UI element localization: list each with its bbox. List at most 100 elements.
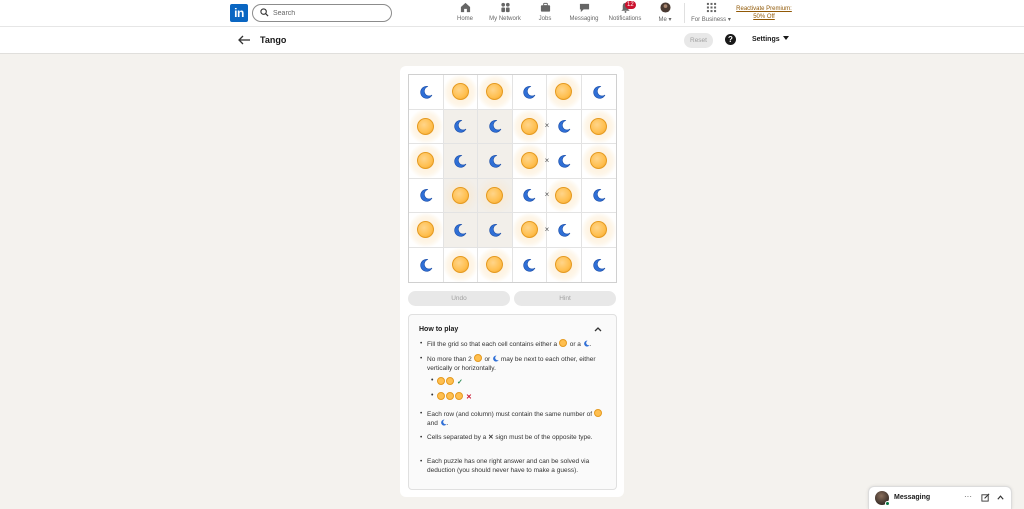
grid-cell[interactable] — [443, 213, 478, 248]
help-icon[interactable]: ? — [725, 34, 736, 45]
grid-cell[interactable] — [443, 144, 478, 179]
sun-icon — [417, 221, 435, 239]
grid-cell[interactable] — [547, 75, 582, 110]
grid-cell[interactable] — [582, 248, 617, 283]
chevron-up-icon[interactable] — [593, 324, 603, 334]
x-sign-icon: × — [544, 121, 550, 131]
undo-button[interactable]: Undo — [408, 291, 510, 306]
sun-icon — [451, 83, 469, 101]
grid-cell[interactable] — [443, 75, 478, 110]
sun-icon — [455, 392, 463, 400]
grid-cell[interactable] — [512, 178, 547, 213]
sun-icon — [451, 186, 469, 204]
grid-cell[interactable]: × — [545, 109, 582, 144]
how-to-play-title: How to play — [419, 326, 459, 333]
moon-icon — [558, 120, 571, 133]
grid-cell[interactable] — [443, 247, 478, 282]
grid-cell[interactable] — [581, 213, 616, 248]
grid-cell[interactable] — [512, 144, 547, 179]
nav-for-business-text: For Business — [691, 17, 727, 23]
nav-me[interactable]: Me ▾ — [654, 2, 676, 26]
check-icon: ✓ — [456, 379, 463, 386]
grid-cell[interactable] — [512, 109, 547, 144]
moon-icon — [489, 223, 502, 237]
grid-cell[interactable] — [547, 247, 582, 282]
nav-messaging[interactable]: Messaging — [568, 2, 600, 26]
x-sign-icon: × — [544, 155, 550, 165]
grid-cell[interactable] — [409, 75, 444, 110]
grid-cell[interactable] — [512, 213, 547, 248]
game-card: × × × × Undo Hint How to play Fill the grid… — [400, 66, 624, 497]
grid-cell[interactable] — [581, 75, 616, 110]
grid-cell[interactable] — [443, 178, 478, 213]
grid-cell[interactable]: × — [545, 144, 582, 179]
compose-icon[interactable] — [981, 493, 990, 502]
grid-cell[interactable] — [478, 213, 513, 248]
nav-divider — [684, 3, 685, 23]
grid-cell[interactable]: × — [545, 213, 582, 248]
reactivate-premium-link[interactable]: Reactivate Premium: 50% Off — [732, 5, 796, 21]
grid-cell[interactable] — [478, 247, 513, 282]
messaging-icon — [579, 3, 589, 13]
moon-icon — [593, 189, 606, 202]
nav-me-label: Me ▾ — [658, 17, 672, 23]
moon-icon — [523, 189, 536, 202]
moon-icon — [493, 355, 499, 362]
grid-cell[interactable] — [409, 213, 444, 248]
avatar-icon — [659, 2, 671, 13]
rule-opposite-sign: Cells separated by a ✕ sign must be of t… — [420, 433, 605, 442]
messaging-overlay[interactable]: Messaging ··· — [868, 486, 1012, 509]
online-status-icon — [885, 501, 890, 506]
back-arrow-icon[interactable] — [237, 33, 251, 47]
network-icon — [500, 2, 510, 13]
grid-cell[interactable] — [478, 144, 513, 179]
search-input[interactable] — [273, 6, 383, 20]
grid-cell[interactable] — [409, 144, 444, 179]
chevron-up-icon[interactable] — [996, 493, 1005, 502]
nav-messaging-label: Messaging — [569, 16, 599, 22]
rule-no-more-than-two: No more than 2 or may be next to each ot… — [420, 354, 605, 373]
grid-cell[interactable] — [478, 75, 513, 110]
nav-my-network-label: My Network — [489, 16, 521, 22]
sun-icon — [451, 256, 469, 274]
grid-cell[interactable] — [581, 109, 616, 144]
sun-icon — [473, 354, 482, 362]
nav-jobs[interactable]: Jobs — [534, 2, 556, 26]
settings-dropdown[interactable]: Settings — [752, 36, 789, 43]
linkedin-logo[interactable]: in — [230, 4, 248, 22]
sun-icon — [520, 117, 538, 135]
grid-cell[interactable] — [443, 109, 478, 144]
page-title: Tango — [260, 35, 287, 45]
reset-button[interactable]: Reset — [684, 33, 713, 48]
grid-cell[interactable] — [512, 75, 547, 110]
moon-icon — [454, 154, 467, 168]
grid-cell[interactable]: × — [545, 178, 582, 213]
grid-cell[interactable] — [478, 178, 513, 213]
nav-notifications[interactable]: 12 Notifications — [606, 1, 644, 26]
search-box[interactable] — [252, 4, 392, 22]
grid-cell[interactable] — [513, 247, 547, 282]
grid-cell[interactable] — [478, 109, 513, 144]
grid-cell[interactable] — [581, 144, 616, 179]
moon-icon — [558, 223, 571, 237]
grid-cell[interactable] — [581, 179, 616, 213]
rule-one-answer: Each puzzle has one right answer and can… — [420, 457, 605, 475]
grid-cell[interactable] — [409, 247, 444, 282]
moon-icon — [454, 120, 467, 133]
settings-label: Settings — [752, 36, 780, 43]
nav-home[interactable]: Home — [452, 2, 478, 26]
nav-my-network[interactable]: My Network — [486, 2, 524, 26]
how-to-play-panel: How to play Fill the grid so that each c… — [408, 314, 617, 490]
cross-sign-icon: ✕ — [488, 434, 494, 441]
nav-notifications-label: Notifications — [608, 16, 642, 22]
nav-for-business[interactable]: For Business ▾ — [690, 2, 732, 26]
moon-icon — [558, 154, 571, 168]
moon-icon — [593, 85, 606, 99]
grid-cell[interactable] — [409, 109, 444, 144]
grid-cell[interactable] — [409, 178, 444, 213]
premium-line-2: 50% Off — [753, 14, 775, 20]
more-options-icon[interactable]: ··· — [964, 492, 972, 501]
notification-badge: 12 — [625, 1, 636, 9]
hint-button[interactable]: Hint — [514, 291, 616, 306]
sun-icon — [555, 83, 573, 101]
